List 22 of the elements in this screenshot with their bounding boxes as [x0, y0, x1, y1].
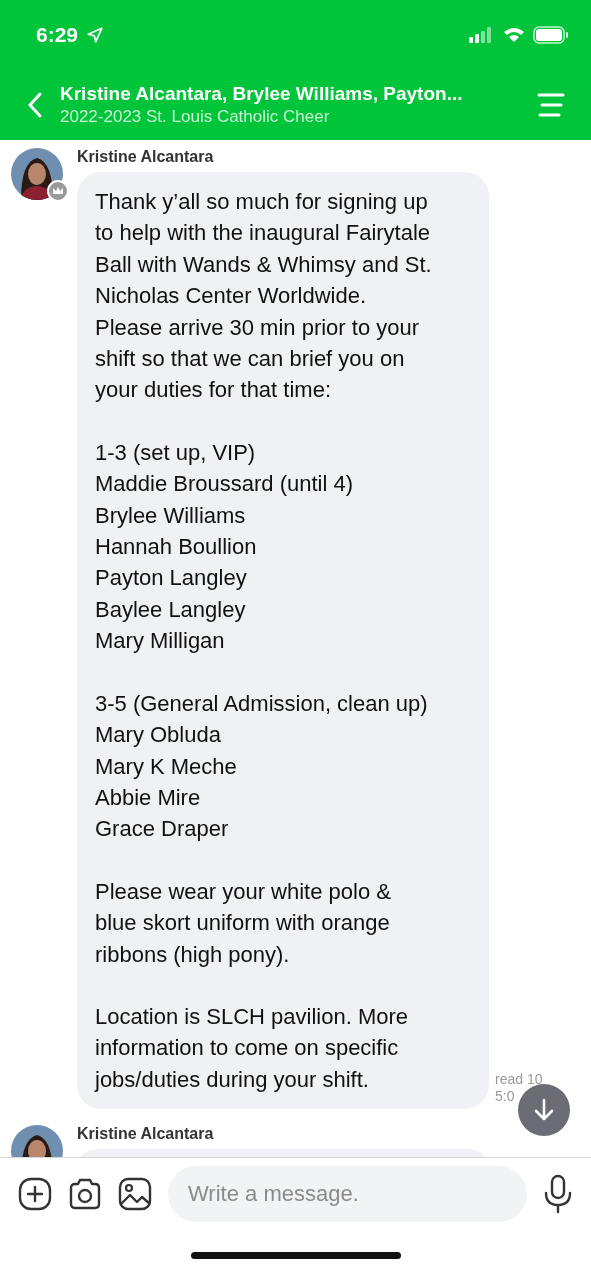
arrow-down-icon [533, 1098, 555, 1122]
sender-name: Kristine Alcantara [77, 1125, 215, 1144]
message-paragraph: Please wear your white polo & blue skort uniform with orange ribbons (high pony). [95, 877, 392, 969]
status-time: 6:29 [36, 23, 79, 47]
battery-icon [533, 26, 569, 44]
sender-name: Kristine Alcantara [77, 148, 215, 166]
message-paragraph: Thank y’all so much for signing up to help with the inaugural Fairytale Ball with Wands & Whimsy and St. Nicholas Center Worldwide. Please arrive 30 min prior to your shift so that we can brief you on your duties for that time: [95, 188, 433, 405]
add-button[interactable] [18, 1177, 52, 1211]
message-paragraph: 1-3 (set up, VIP) Maddie Broussard (until 4) Brylee Williams Hannah Boullion Payton Langley Baylee Langley Mary Milligan [95, 438, 354, 656]
wifi-icon [503, 27, 525, 43]
read-receipt: read 10 [495, 1071, 543, 1089]
scroll-down-button[interactable] [518, 1084, 570, 1136]
microphone-button[interactable] [543, 1174, 573, 1214]
gallery-button[interactable] [118, 1177, 152, 1211]
group-name: 2022-2023 St. Louis Catholic Cheer [60, 107, 331, 127]
chat-title: Kristine Alcantara, Brylee Williams, Payton... [60, 83, 464, 105]
message-paragraph: 3-5 (General Admission, clean up) Mary Obluda Mary K Meche Abbie Mire Grace Draper [95, 689, 429, 844]
camera-button[interactable] [68, 1178, 102, 1210]
location-arrow-icon [86, 26, 105, 44]
read-receipt: 5:0 [495, 1088, 516, 1106]
message-paragraph: Location is SLCH pavilion. More information to come on specific jobs/duties during your shift. [95, 1002, 410, 1094]
message-input[interactable]: Write a message. [168, 1166, 527, 1222]
